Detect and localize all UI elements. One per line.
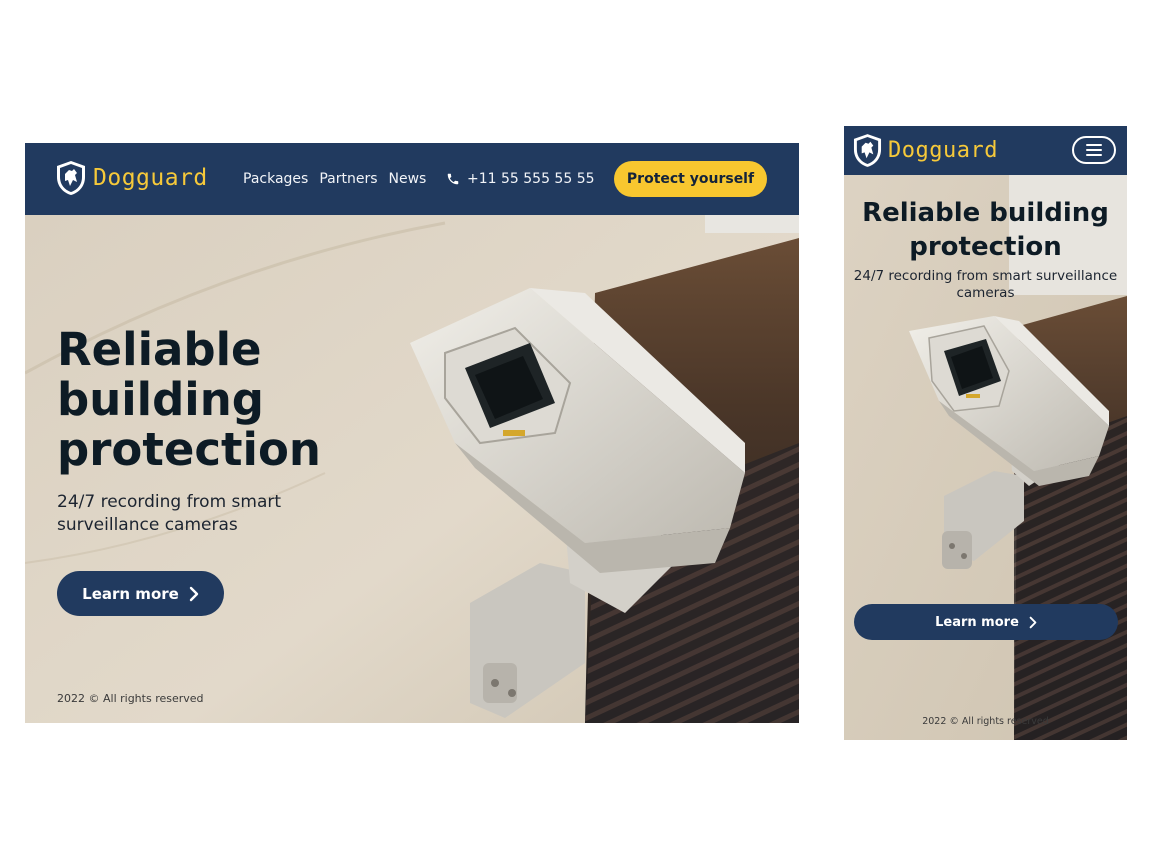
brand-name: Dogguard bbox=[888, 138, 998, 163]
logo[interactable]: Dogguard bbox=[56, 160, 208, 196]
learn-more-label: Learn more bbox=[82, 584, 179, 603]
hamburger-menu-button[interactable] bbox=[1072, 136, 1116, 164]
mobile-view: Dogguard Reliable building protection 24… bbox=[844, 126, 1127, 740]
brand-name: Dogguard bbox=[93, 165, 208, 191]
nav-link-news[interactable]: News bbox=[389, 171, 427, 187]
chevron-right-icon bbox=[1029, 616, 1037, 628]
nav-links: Packages Partners News bbox=[243, 171, 426, 187]
phone-number: +11 55 555 55 55 bbox=[467, 171, 595, 187]
hero-subtitle: 24/7 recording from smart surveillance c… bbox=[57, 492, 282, 535]
hamburger-menu-icon bbox=[1086, 144, 1102, 156]
top-navbar: Dogguard Packages Partners News +11 55 5… bbox=[25, 143, 799, 215]
nav-link-packages[interactable]: Packages bbox=[243, 171, 308, 187]
nav-link-partners[interactable]: Partners bbox=[319, 171, 377, 187]
hero-title: Reliable building protection bbox=[862, 198, 1109, 262]
learn-more-button[interactable]: Learn more bbox=[57, 571, 224, 616]
learn-more-label: Learn more bbox=[935, 614, 1019, 630]
footer-copyright: 2022 © All rights reserved bbox=[922, 716, 1049, 727]
dog-shield-icon bbox=[57, 161, 85, 195]
protect-yourself-button[interactable]: Protect yourself bbox=[614, 161, 767, 197]
desktop-view: Dogguard Packages Partners News +11 55 5… bbox=[25, 143, 799, 723]
footer-copyright: 2022 © All rights reserved bbox=[57, 692, 204, 705]
phone-icon bbox=[447, 173, 459, 185]
mobile-navbar: Dogguard bbox=[844, 126, 1127, 175]
chevron-right-icon bbox=[189, 586, 199, 601]
logo[interactable]: Dogguard bbox=[853, 133, 998, 168]
learn-more-button[interactable]: Learn more bbox=[854, 604, 1118, 640]
phone-link[interactable]: +11 55 555 55 55 bbox=[446, 171, 595, 187]
dog-shield-icon bbox=[853, 134, 882, 167]
hero-subtitle: 24/7 recording from smart surveillance c… bbox=[853, 268, 1118, 301]
hero-title: Reliable building protection bbox=[57, 323, 321, 476]
